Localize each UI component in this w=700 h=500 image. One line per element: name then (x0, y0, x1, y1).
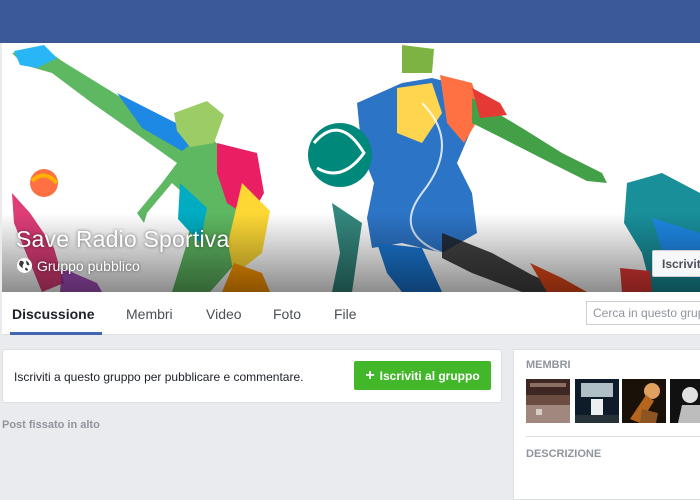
plus-icon: + (365, 366, 375, 384)
description-heading: DESCRIZIONE (526, 448, 602, 460)
tab-foto[interactable]: Foto (273, 306, 301, 322)
member-avatar[interactable] (575, 379, 619, 423)
tab-file[interactable]: File (334, 306, 357, 322)
members-heading[interactable]: MEMBRI (526, 359, 571, 371)
group-search-input[interactable] (587, 302, 700, 324)
group-privacy: Gruppo pubblico (16, 257, 140, 274)
top-navigation-bar (0, 0, 700, 43)
member-avatar[interactable] (670, 379, 700, 423)
group-tabs-bar: Discussione Membri Video Foto File (2, 292, 700, 335)
group-title[interactable]: Save Radio Sportiva (16, 226, 229, 253)
join-group-button-label: Iscriviti al gruppo (379, 368, 480, 383)
tab-membri[interactable]: Membri (126, 306, 173, 322)
sidebar-divider (526, 436, 700, 437)
tab-discussione[interactable]: Discussione (12, 306, 94, 322)
group-privacy-label: Gruppo pubblico (37, 257, 140, 274)
cover-photo[interactable]: Save Radio Sportiva Gruppo pubblico Iscr… (2, 43, 700, 292)
tab-video[interactable]: Video (206, 306, 242, 322)
active-tab-indicator (10, 332, 102, 335)
globe-icon (16, 257, 33, 274)
pinned-post-heading: Post fissato in alto (2, 419, 100, 431)
join-group-button[interactable]: + Iscriviti al gruppo (354, 361, 491, 390)
join-cover-button[interactable]: Iscriviti (652, 250, 700, 277)
group-search (586, 301, 700, 325)
join-prompt-text: Iscriviti a questo gruppo per pubblicare… (14, 370, 304, 384)
member-avatar[interactable] (622, 379, 666, 423)
member-avatar[interactable] (526, 379, 570, 423)
join-prompt-card: Iscriviti a questo gruppo per pubblicare… (2, 349, 502, 403)
sidebar-card: MEMBRI DESCRIZIONE (513, 349, 700, 500)
